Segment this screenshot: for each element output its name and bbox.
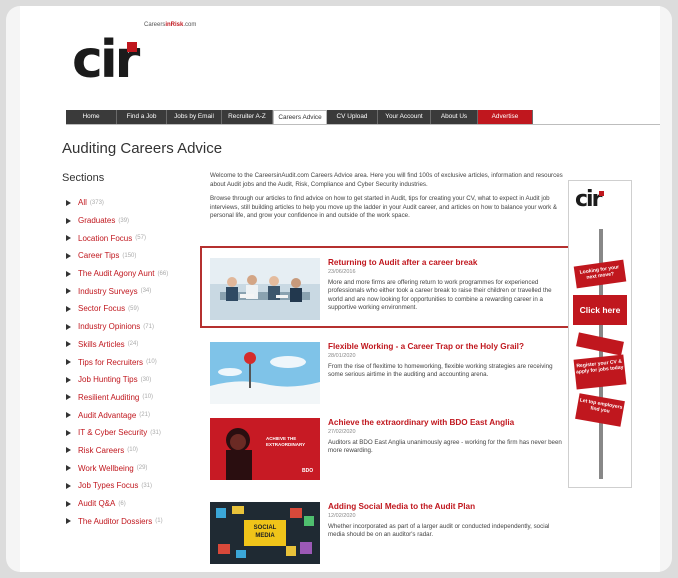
article-card[interactable]: ACHIEVE THE EXTRAORDINARY BDO Achieve th…: [210, 418, 566, 482]
section-item[interactable]: Location Focus (57): [66, 229, 168, 247]
section-item[interactable]: The Audit Agony Aunt (66): [66, 265, 168, 283]
nav-advertise[interactable]: Advertise: [478, 110, 533, 124]
main-nav: Home Find a Job Jobs by Email Recruiter …: [66, 110, 533, 124]
arrow-right-icon: [66, 235, 71, 242]
article-description: Auditors at BDO East Anglia unanimously …: [328, 439, 562, 455]
ad-logo: cir: [575, 187, 602, 212]
arrow-right-icon: [66, 217, 71, 224]
article-description: More and more firms are offering return …: [328, 279, 552, 311]
ad-logo-red-square: [599, 191, 604, 196]
nav-home[interactable]: Home: [66, 110, 117, 124]
nav-cv-upload[interactable]: CV Upload: [327, 110, 378, 124]
section-item[interactable]: Risk Careers (10): [66, 442, 168, 460]
article-date: 27/02/2020: [328, 429, 356, 435]
section-item[interactable]: Job Types Focus (31): [66, 477, 168, 495]
section-item[interactable]: Work Wellbeing (29): [66, 459, 168, 477]
arrow-right-icon: [66, 412, 71, 419]
article-date: 28/01/2020: [328, 353, 356, 359]
logo-red-square: [127, 42, 137, 52]
section-item[interactable]: Industry Opinions (71): [66, 318, 168, 336]
section-item[interactable]: Industry Surveys (34): [66, 282, 168, 300]
article-description: Whether incorporated as part of a larger…: [328, 523, 550, 539]
sections-list: All (373) Graduates (39) Location Focus (57…: [66, 194, 168, 530]
arrow-right-icon: [66, 447, 71, 454]
section-item[interactable]: Sector Focus (59): [66, 300, 168, 318]
arrow-right-icon: [66, 323, 71, 330]
nav-recruiter-a-z[interactable]: Recruiter A-Z: [222, 110, 273, 124]
ad-sign: Let top employers find you: [575, 393, 625, 427]
bdo-thumb-text: ACHIEVE THE EXTRAORDINARY: [266, 436, 306, 447]
article-thumbnail-landscape[interactable]: [210, 342, 320, 404]
article-description: From the rise of flexitime to homeworkin…: [328, 363, 553, 379]
screenshot-frame: CareersinRisk.com cir Home Find a Job Jo…: [6, 6, 672, 572]
ad-sign: Looking for your next move?: [573, 259, 627, 289]
section-item[interactable]: Job Hunting Tips (30): [66, 371, 168, 389]
arrow-right-icon: [66, 376, 71, 383]
article-card[interactable]: SOCIAL MEDIA Adding Social Media to the …: [210, 502, 566, 566]
section-item[interactable]: Graduates (39): [66, 212, 168, 230]
bdo-logo: BDO: [302, 468, 314, 474]
web-page: CareersinRisk.com cir Home Find a Job Jo…: [20, 6, 660, 572]
arrow-right-icon: [66, 465, 71, 472]
article-date: 23/06/2016: [328, 269, 356, 275]
ad-click-here[interactable]: Click here: [573, 295, 627, 325]
section-item[interactable]: Audit Advantage (21): [66, 406, 168, 424]
article-title[interactable]: Achieve the extraordinary with BDO East …: [328, 418, 564, 428]
arrow-right-icon: [66, 341, 71, 348]
sections-heading: Sections: [62, 172, 105, 184]
article-card[interactable]: Returning to Audit after a career break …: [210, 258, 566, 322]
section-item[interactable]: Audit Q&A (6): [66, 495, 168, 513]
intro-text: Welcome to the CareersinAudit.com Career…: [210, 172, 566, 227]
section-item[interactable]: Career Tips (150): [66, 247, 168, 265]
section-item[interactable]: The Auditor Dossiers (1): [66, 512, 168, 530]
arrow-right-icon: [66, 518, 71, 525]
arrow-right-icon: [66, 359, 71, 366]
section-item[interactable]: Tips for Recruiters (10): [66, 353, 168, 371]
site-logo[interactable]: CareersinRisk.com cir: [72, 20, 212, 90]
advert-banner[interactable]: cir Looking for your next move? Click he…: [568, 180, 632, 488]
arrow-right-icon: [66, 199, 71, 206]
article-thumbnail-meeting[interactable]: [210, 258, 320, 320]
article-text: Flexible Working - a Career Trap or the …: [328, 342, 564, 380]
section-item[interactable]: IT & Cyber Security (31): [66, 424, 168, 442]
article-card[interactable]: Flexible Working - a Career Trap or the …: [210, 342, 566, 406]
nav-your-account[interactable]: Your Account: [378, 110, 431, 124]
nav-careers-advice[interactable]: Careers Advice: [273, 110, 327, 124]
article-text: Returning to Audit after a career break …: [328, 258, 564, 312]
social-thumb-text: SOCIAL MEDIA: [253, 525, 277, 539]
arrow-right-icon: [66, 482, 71, 489]
article-title[interactable]: Flexible Working - a Career Trap or the …: [328, 342, 564, 352]
intro-paragraph: Welcome to the CareersinAudit.com Career…: [210, 172, 563, 188]
arrow-right-icon: [66, 429, 71, 436]
arrow-right-icon: [66, 394, 71, 401]
logo-domain: CareersinRisk.com: [144, 22, 197, 28]
section-item[interactable]: All (373): [66, 194, 168, 212]
nav-divider: [66, 124, 660, 125]
arrow-right-icon: [66, 305, 71, 312]
article-text: Achieve the extraordinary with BDO East …: [328, 418, 564, 456]
section-item[interactable]: Skills Articles (24): [66, 336, 168, 354]
page-title: Auditing Careers Advice: [62, 140, 223, 157]
article-thumbnail-bdo[interactable]: ACHIEVE THE EXTRAORDINARY BDO: [210, 418, 320, 480]
ad-sign: Register your CV & apply for jobs today: [573, 354, 627, 390]
arrow-right-icon: [66, 252, 71, 259]
intro-paragraph: Browse through our articles to find advi…: [210, 195, 558, 219]
arrow-right-icon: [66, 288, 71, 295]
article-text: Adding Social Media to the Audit Plan 12…: [328, 502, 564, 540]
section-item[interactable]: Resilient Auditing (10): [66, 389, 168, 407]
article-thumbnail-social[interactable]: SOCIAL MEDIA: [210, 502, 320, 564]
nav-jobs-by-email[interactable]: Jobs by Email: [167, 110, 222, 124]
arrow-right-icon: [66, 500, 71, 507]
article-title[interactable]: Adding Social Media to the Audit Plan: [328, 502, 564, 512]
article-title[interactable]: Returning to Audit after a career break: [328, 258, 564, 268]
nav-about-us[interactable]: About Us: [431, 110, 478, 124]
article-date: 12/02/2020: [328, 513, 356, 519]
nav-find-a-job[interactable]: Find a Job: [117, 110, 167, 124]
arrow-right-icon: [66, 270, 71, 277]
